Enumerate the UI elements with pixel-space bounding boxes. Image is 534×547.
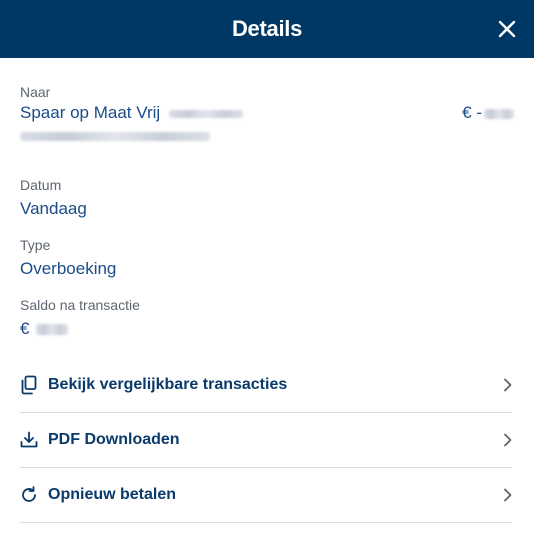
close-icon[interactable] (498, 20, 516, 38)
action-pdf-download[interactable]: PDF Downloaden (20, 413, 512, 468)
chevron-right-icon (498, 488, 512, 502)
recipient-amount: € - (462, 103, 514, 123)
balance-redacted (36, 324, 69, 336)
date-value: Vandaag (20, 199, 87, 218)
chevron-right-icon (498, 378, 512, 392)
action-label: PDF Downloaden (48, 431, 180, 448)
recipient-label: Naar (20, 84, 51, 100)
type-label: Type (20, 237, 51, 253)
refresh-icon (20, 486, 48, 504)
recipient-name-text: Spaar op Maat Vrij (20, 103, 161, 122)
amount-redacted (484, 108, 514, 119)
balance-prefix: € (20, 319, 30, 338)
balance-value: € (20, 319, 69, 339)
download-icon (20, 431, 48, 449)
copy-icon (20, 375, 48, 395)
balance-label: Saldo na transactie (20, 297, 140, 313)
recipient-name: Spaar op Maat Vrij (20, 103, 243, 123)
header-title: Details (231, 16, 303, 41)
recipient-name-redacted (168, 109, 243, 118)
recipient-account-redacted (20, 128, 210, 146)
type-value: Overboeking (20, 259, 117, 278)
amount-prefix: € - (462, 103, 482, 122)
action-label: Bekijk vergelijkbare transacties (48, 376, 288, 393)
action-similar-transactions[interactable]: Bekijk vergelijkbare transacties (20, 358, 512, 413)
action-label: Opnieuw betalen (48, 486, 177, 503)
date-label: Datum (20, 177, 62, 193)
action-pay-again[interactable]: Opnieuw betalen (20, 468, 512, 523)
chevron-right-icon (498, 433, 512, 447)
details-header: Details (0, 0, 534, 58)
